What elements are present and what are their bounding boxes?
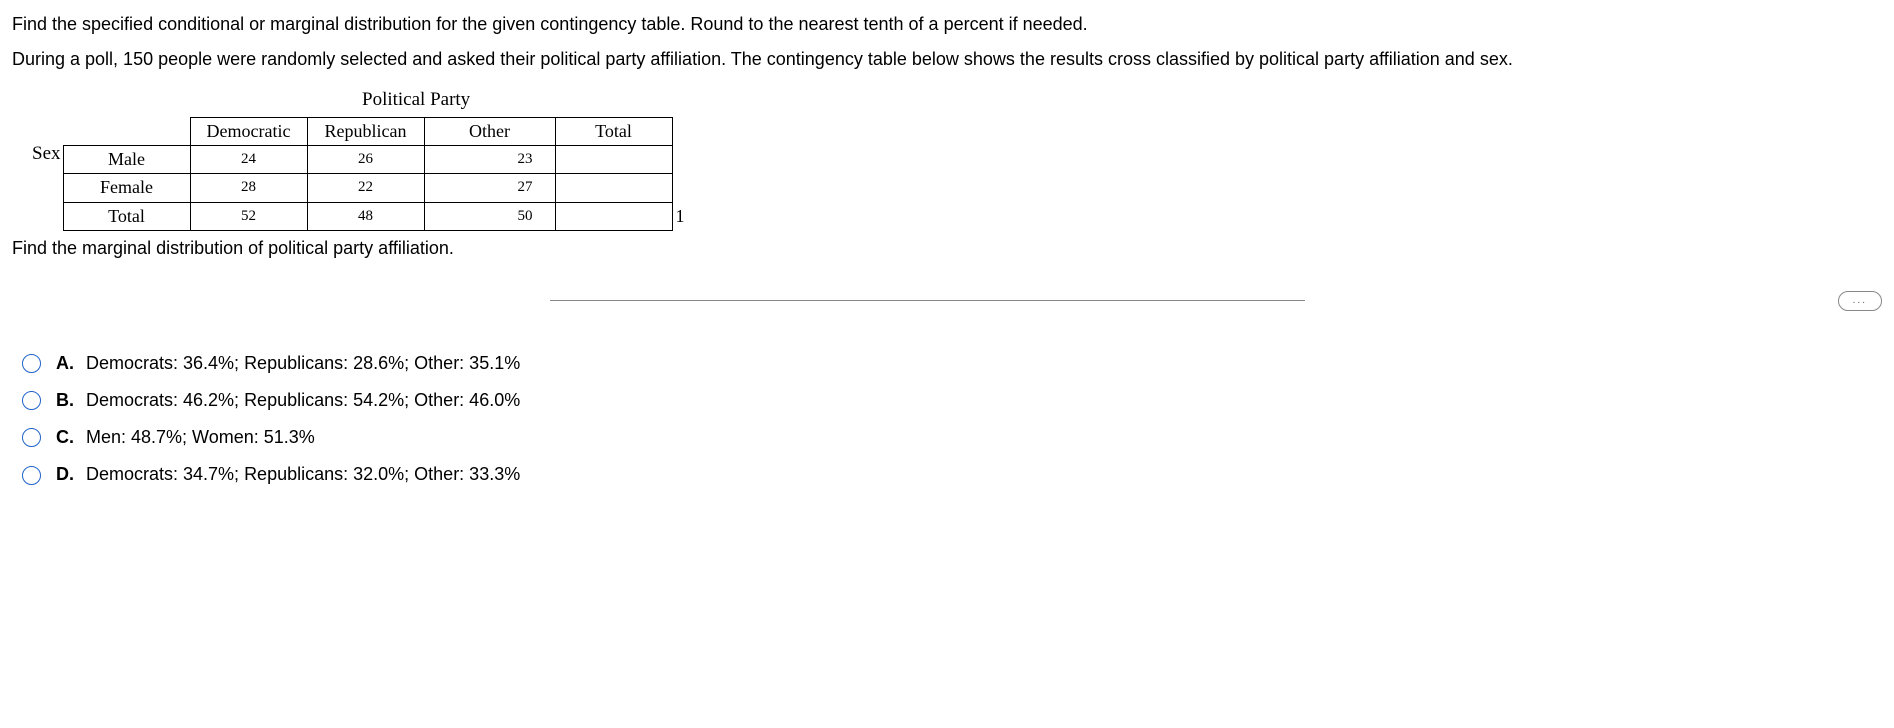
cell-total-total — [555, 202, 672, 230]
trailing-mark: 1 — [676, 204, 685, 229]
option-d-radio[interactable] — [22, 466, 41, 485]
question-instruction: Find the specified conditional or margin… — [12, 12, 1882, 37]
header-other: Other — [424, 117, 555, 145]
divider-container: ... — [12, 291, 1882, 311]
option-a-radio[interactable] — [22, 354, 41, 373]
sub-question: Find the marginal distribution of politi… — [12, 236, 1882, 261]
option-b-radio[interactable] — [22, 391, 41, 410]
cell-male-total — [555, 146, 672, 174]
option-a-text: Democrats: 36.4%; Republicans: 28.6%; Ot… — [86, 351, 520, 376]
cell-total-other: 50 — [424, 202, 555, 230]
answer-options: A. Democrats: 36.4%; Republicans: 28.6%;… — [22, 351, 1882, 488]
contingency-table-container: Sex Democratic Republican Other Total Ma… — [32, 117, 1882, 231]
cell-total-democratic: 52 — [190, 202, 307, 230]
divider-line — [550, 300, 1305, 301]
row-label-male: Male — [63, 146, 190, 174]
contingency-table: Democratic Republican Other Total Male 2… — [63, 117, 673, 231]
option-b-row: B. Democrats: 46.2%; Republicans: 54.2%;… — [22, 388, 1882, 413]
header-republican: Republican — [307, 117, 424, 145]
cell-female-republican: 22 — [307, 174, 424, 202]
cell-male-democratic: 24 — [190, 146, 307, 174]
option-a-row: A. Democrats: 36.4%; Republicans: 28.6%;… — [22, 351, 1882, 376]
cell-total-republican: 48 — [307, 202, 424, 230]
option-a-letter: A. — [56, 351, 74, 376]
cell-male-republican: 26 — [307, 146, 424, 174]
header-democratic: Democratic — [190, 117, 307, 145]
cell-female-other: 27 — [424, 174, 555, 202]
option-d-row: D. Democrats: 34.7%; Republicans: 32.0%;… — [22, 462, 1882, 487]
option-c-row: C. Men: 48.7%; Women: 51.3% — [22, 425, 1882, 450]
header-total: Total — [555, 117, 672, 145]
cell-female-democratic: 28 — [190, 174, 307, 202]
option-d-text: Democrats: 34.7%; Republicans: 32.0%; Ot… — [86, 462, 520, 487]
empty-corner-cell — [63, 117, 190, 145]
option-b-text: Democrats: 46.2%; Republicans: 54.2%; Ot… — [86, 388, 520, 413]
option-c-text: Men: 48.7%; Women: 51.3% — [86, 425, 315, 450]
table-title: Political Party — [362, 87, 1882, 114]
cell-female-total — [555, 174, 672, 202]
option-b-letter: B. — [56, 388, 74, 413]
option-c-letter: C. — [56, 425, 74, 450]
option-d-letter: D. — [56, 462, 74, 487]
row-label-female: Female — [63, 174, 190, 202]
expand-button[interactable]: ... — [1838, 291, 1882, 311]
question-context: During a poll, 150 people were randomly … — [12, 47, 1882, 72]
row-label-total: Total — [63, 202, 190, 230]
cell-male-other: 23 — [424, 146, 555, 174]
row-group-label: Sex — [32, 141, 61, 168]
option-c-radio[interactable] — [22, 428, 41, 447]
